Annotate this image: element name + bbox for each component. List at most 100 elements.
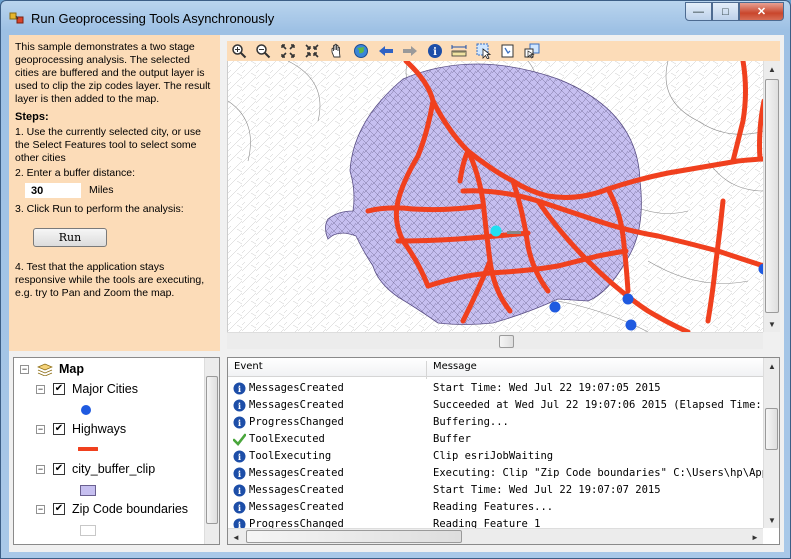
scroll-down-arrow[interactable]: ▼: [764, 512, 779, 528]
toc-layer-zip-code-boundaries[interactable]: − ✔ Zip Code boundaries: [36, 502, 188, 516]
collapse-toggle[interactable]: −: [36, 464, 45, 474]
info-icon: i: [233, 484, 246, 497]
selected-city-point[interactable]: [490, 225, 502, 237]
scroll-up-arrow[interactable]: ▲: [764, 61, 780, 77]
step-3-text: 3. Click Run to perform the analysis:: [15, 203, 184, 215]
scroll-left-arrow[interactable]: ◄: [228, 529, 244, 544]
layer-name: Highways: [72, 422, 127, 436]
maximize-button[interactable]: □: [712, 2, 739, 21]
forward-icon[interactable]: [402, 43, 418, 59]
event-message: Reading Feature 1: [433, 518, 541, 528]
events-vertical-scrollbar[interactable]: ▲ ▼: [763, 358, 779, 528]
title-bar[interactable]: Run Geoprocessing Tools Asynchronously —…: [1, 1, 790, 35]
event-row[interactable]: i ProgressChanged Buffering...: [228, 414, 763, 431]
map-control[interactable]: [227, 61, 763, 332]
event-message: Executing: Clip "Zip Code boundaries" C:…: [433, 467, 780, 479]
column-header-message[interactable]: Message: [433, 361, 477, 372]
map-horizontal-scroll-thumb[interactable]: [499, 335, 514, 348]
column-header-event[interactable]: Event: [234, 361, 263, 372]
event-name: ProgressChanged: [249, 416, 344, 428]
svg-text:i: i: [433, 47, 437, 58]
fixed-zoom-out-icon[interactable]: [304, 43, 320, 59]
map-canvas[interactable]: [228, 61, 763, 332]
scroll-right-arrow[interactable]: ►: [747, 529, 763, 544]
city-point[interactable]: [549, 301, 561, 313]
layer-visibility-checkbox[interactable]: ✔: [53, 463, 65, 475]
map-toolbar: i: [227, 41, 780, 61]
city-point[interactable]: [622, 293, 634, 305]
toc-layer-major-cities[interactable]: − ✔ Major Cities: [36, 382, 138, 396]
event-message: Buffer: [433, 433, 471, 445]
toc-layer-highways[interactable]: − ✔ Highways: [36, 422, 126, 436]
select-features-icon[interactable]: [476, 43, 492, 59]
zoom-in-icon[interactable]: [231, 43, 247, 59]
event-name: MessagesCreated: [249, 382, 344, 394]
close-button[interactable]: ✕: [739, 2, 784, 21]
window-title: Run Geoprocessing Tools Asynchronously: [31, 11, 275, 26]
highway-line-symbol: [78, 447, 98, 451]
info-icon: i: [233, 501, 246, 514]
event-row[interactable]: i MessagesCreated Succeeded at Wed Jul 2…: [228, 397, 779, 414]
buffer-row: Miles: [25, 183, 214, 198]
events-horizontal-scroll-thumb[interactable]: [246, 530, 462, 543]
clear-selection-icon[interactable]: [500, 43, 516, 59]
identify-icon[interactable]: i: [427, 43, 443, 59]
toc-map-root[interactable]: − Map: [20, 362, 84, 376]
layer-visibility-checkbox[interactable]: ✔: [53, 383, 65, 395]
map-vertical-scrollbar[interactable]: ▲ ▼: [763, 61, 780, 332]
events-vertical-scroll-thumb[interactable]: [765, 408, 778, 450]
event-message: Succeeded at Wed Jul 22 19:07:06 2015 (E…: [433, 399, 780, 411]
collapse-toggle[interactable]: −: [36, 424, 45, 434]
layer-name: Zip Code boundaries: [72, 502, 189, 516]
measure-icon[interactable]: [451, 43, 467, 59]
layer-visibility-checkbox[interactable]: ✔: [53, 423, 65, 435]
info-icon: i: [233, 382, 246, 395]
scroll-up-arrow[interactable]: ▲: [764, 358, 779, 374]
select-elements-icon[interactable]: [524, 43, 540, 59]
toc-vertical-scrollbar[interactable]: [204, 358, 219, 544]
map-horizontal-scrollbar[interactable]: [227, 332, 763, 349]
collapse-toggle[interactable]: −: [20, 364, 29, 374]
back-icon[interactable]: [378, 43, 394, 59]
run-button[interactable]: Run: [33, 228, 107, 247]
buffer-distance-input[interactable]: [25, 183, 81, 198]
buffer-fill-symbol: [80, 485, 96, 496]
scroll-down-arrow[interactable]: ▼: [764, 316, 780, 332]
minimize-button[interactable]: —: [685, 2, 712, 21]
step-2-text: 2. Enter a buffer distance:: [15, 167, 136, 179]
info-icon: i: [233, 399, 246, 412]
event-message: Reading Features...: [433, 501, 554, 513]
toc-root-label: Map: [59, 362, 84, 376]
event-row[interactable]: i ProgressChanged Reading Feature 1: [228, 516, 763, 528]
event-row[interactable]: i MessagesCreated Reading Features...: [228, 499, 763, 516]
map-vertical-scroll-thumb[interactable]: [765, 79, 779, 313]
intro-text: This sample demonstrates a two stage geo…: [15, 41, 211, 105]
pan-icon[interactable]: [329, 43, 345, 59]
event-message: Clip esriJobWaiting: [433, 450, 554, 462]
zoom-out-icon[interactable]: [255, 43, 271, 59]
toc-layer-city-buffer-clip[interactable]: − ✔ city_buffer_clip: [36, 462, 155, 476]
event-row[interactable]: i MessagesCreated Start Time: Wed Jul 22…: [228, 482, 763, 499]
full-extent-icon[interactable]: [353, 43, 369, 59]
toc-scroll-thumb[interactable]: [206, 376, 218, 524]
events-header: Event Message: [228, 358, 763, 379]
table-of-contents[interactable]: − Map − ✔ Major Cities − ✔ Highways − ✔ …: [13, 357, 220, 545]
layer-name: city_buffer_clip: [72, 462, 156, 476]
events-horizontal-scrollbar[interactable]: ◄ ►: [228, 528, 763, 544]
collapse-toggle[interactable]: −: [36, 384, 45, 394]
collapse-toggle[interactable]: −: [36, 504, 45, 514]
layer-visibility-checkbox[interactable]: ✔: [53, 503, 65, 515]
event-name: ToolExecuted: [249, 433, 325, 445]
event-row[interactable]: i ToolExecuting Clip esriJobWaiting: [228, 448, 763, 465]
event-message: Start Time: Wed Jul 22 19:07:07 2015: [433, 484, 661, 496]
city-point[interactable]: [625, 319, 637, 331]
info-icon: i: [233, 467, 246, 480]
event-message: Buffering...: [433, 416, 509, 428]
event-row[interactable]: i MessagesCreated Start Time: Wed Jul 22…: [228, 380, 763, 397]
event-name: MessagesCreated: [249, 484, 344, 496]
info-icon: i: [233, 416, 246, 429]
fixed-zoom-in-icon[interactable]: [280, 43, 296, 59]
event-row[interactable]: i MessagesCreated Executing: Clip "Zip C…: [228, 465, 779, 482]
events-list[interactable]: Event Message i MessagesCreated Start Ti…: [227, 357, 780, 545]
event-row[interactable]: ToolExecuted Buffer: [228, 431, 763, 448]
